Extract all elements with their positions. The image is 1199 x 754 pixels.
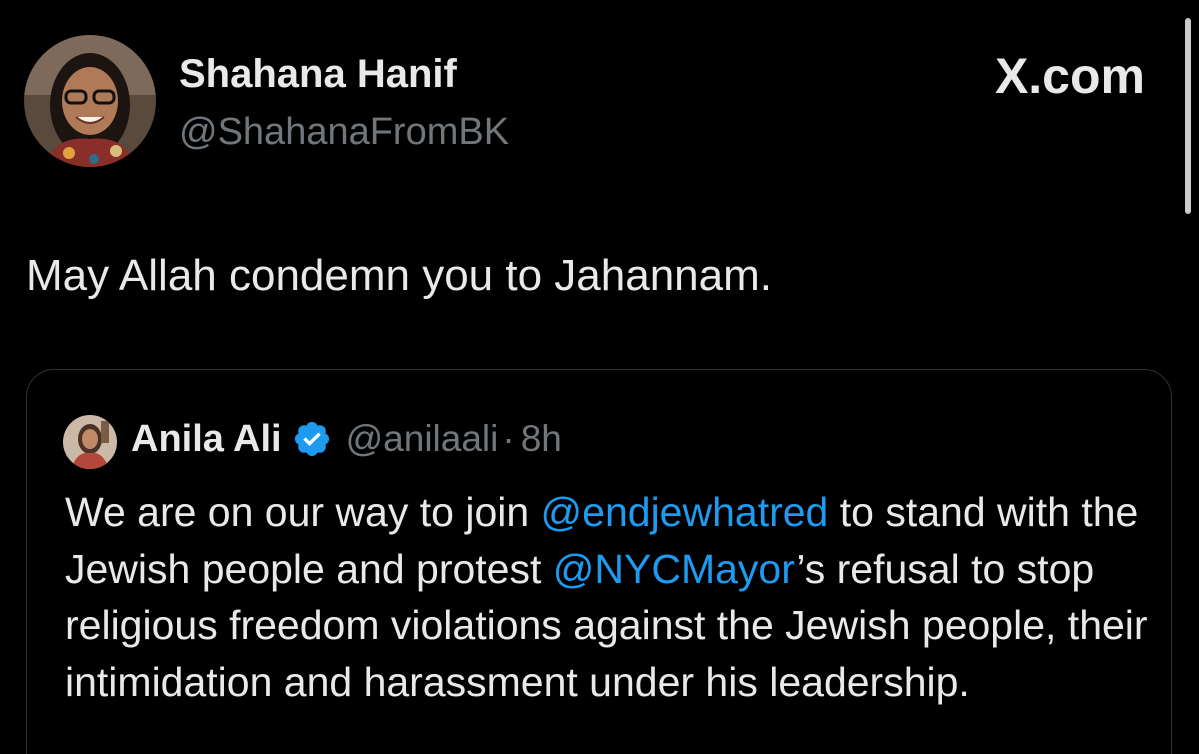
tweet-text: May Allah condemn you to Jahannam. xyxy=(26,251,773,300)
quoted-tweet-body: We are on our way to join @endjewhatred … xyxy=(65,484,1155,710)
quoted-tweet-timestamp[interactable]: 8h xyxy=(521,418,562,460)
x-com-logo: X.com xyxy=(994,48,1145,104)
quoted-author-name[interactable]: Anila Ali xyxy=(131,418,282,461)
verified-badge-icon xyxy=(294,421,329,457)
author-avatar[interactable] xyxy=(24,35,156,167)
quoted-author-handle[interactable]: @anilaali xyxy=(346,418,499,460)
author-handle[interactable]: @ShahanaFromBK xyxy=(179,110,509,154)
dot-separator: · xyxy=(502,418,515,459)
mention-nycmayor[interactable]: @NYCMayor xyxy=(553,546,797,592)
quoted-text-part: We are on our way to join xyxy=(65,489,541,535)
quoted-tweet-header: Anila Ali @anilaali · 8h xyxy=(131,414,562,464)
quoted-avatar-photo xyxy=(63,415,117,469)
scrollbar[interactable] xyxy=(1185,18,1191,214)
mention-endjewhatred[interactable]: @endjewhatred xyxy=(541,489,829,535)
quoted-author-avatar[interactable] xyxy=(63,415,117,469)
avatar-photo xyxy=(24,35,156,167)
author-display-name[interactable]: Shahana Hanif xyxy=(179,52,457,96)
